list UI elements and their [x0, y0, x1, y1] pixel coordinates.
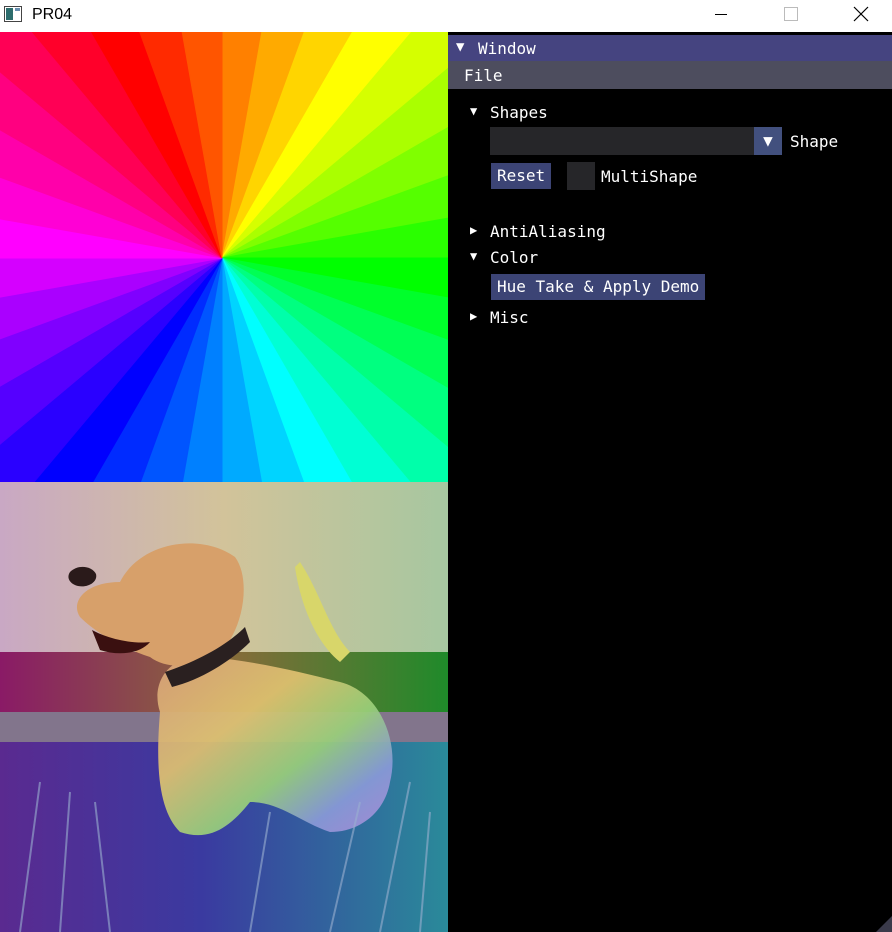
- menu-bar: File: [448, 61, 892, 89]
- resize-grip[interactable]: [876, 916, 892, 932]
- tree-node-color[interactable]: ▼ Color: [470, 248, 670, 268]
- collapse-triangle-icon[interactable]: ▼: [456, 39, 464, 55]
- combo-dropdown-icon[interactable]: ▼: [754, 127, 782, 155]
- minimize-icon[interactable]: [698, 0, 744, 30]
- menu-file[interactable]: File: [464, 66, 503, 85]
- shape-combo-label: Shape: [790, 132, 839, 151]
- collapsed-arrow-icon: ▶: [470, 223, 478, 237]
- hue-tinted-dog-photo: [0, 482, 448, 932]
- multishape-label: MultiShape: [601, 167, 698, 186]
- os-title-bar[interactable]: PR04: [0, 0, 892, 32]
- tree-node-shapes[interactable]: ▼ Shapes: [470, 103, 670, 123]
- tree-node-label: Misc: [490, 308, 529, 327]
- tree-node-label: Color: [490, 248, 539, 267]
- multishape-checkbox[interactable]: [567, 162, 595, 190]
- reset-button[interactable]: Reset: [491, 163, 552, 189]
- hue-color-wheel: [0, 32, 448, 482]
- tree-node-label: AntiAliasing: [490, 222, 606, 241]
- expanded-arrow-icon: ▼: [470, 249, 478, 263]
- shape-combo[interactable]: [490, 127, 782, 155]
- close-icon[interactable]: [838, 0, 884, 30]
- window-title-bar[interactable]: ▼ Window: [448, 35, 892, 61]
- imgui-window[interactable]: ▼ Window File ▼ Shapes ▼ Shape Reset Mul…: [448, 32, 892, 932]
- maximize-icon[interactable]: [767, 0, 813, 30]
- collapsed-arrow-icon: ▶: [470, 309, 478, 323]
- window-title-label: Window: [478, 39, 536, 58]
- window-title: PR04: [32, 6, 73, 23]
- hue-take-apply-demo-button[interactable]: Hue Take & Apply Demo: [491, 274, 706, 300]
- tree-node-label: Shapes: [490, 103, 548, 122]
- app-window-icon: [4, 6, 22, 22]
- tree-node-misc[interactable]: ▶ Misc: [470, 308, 670, 328]
- tree-node-antialiasing[interactable]: ▶ AntiAliasing: [470, 222, 670, 242]
- expanded-arrow-icon: ▼: [470, 104, 478, 118]
- render-viewport[interactable]: [0, 32, 448, 932]
